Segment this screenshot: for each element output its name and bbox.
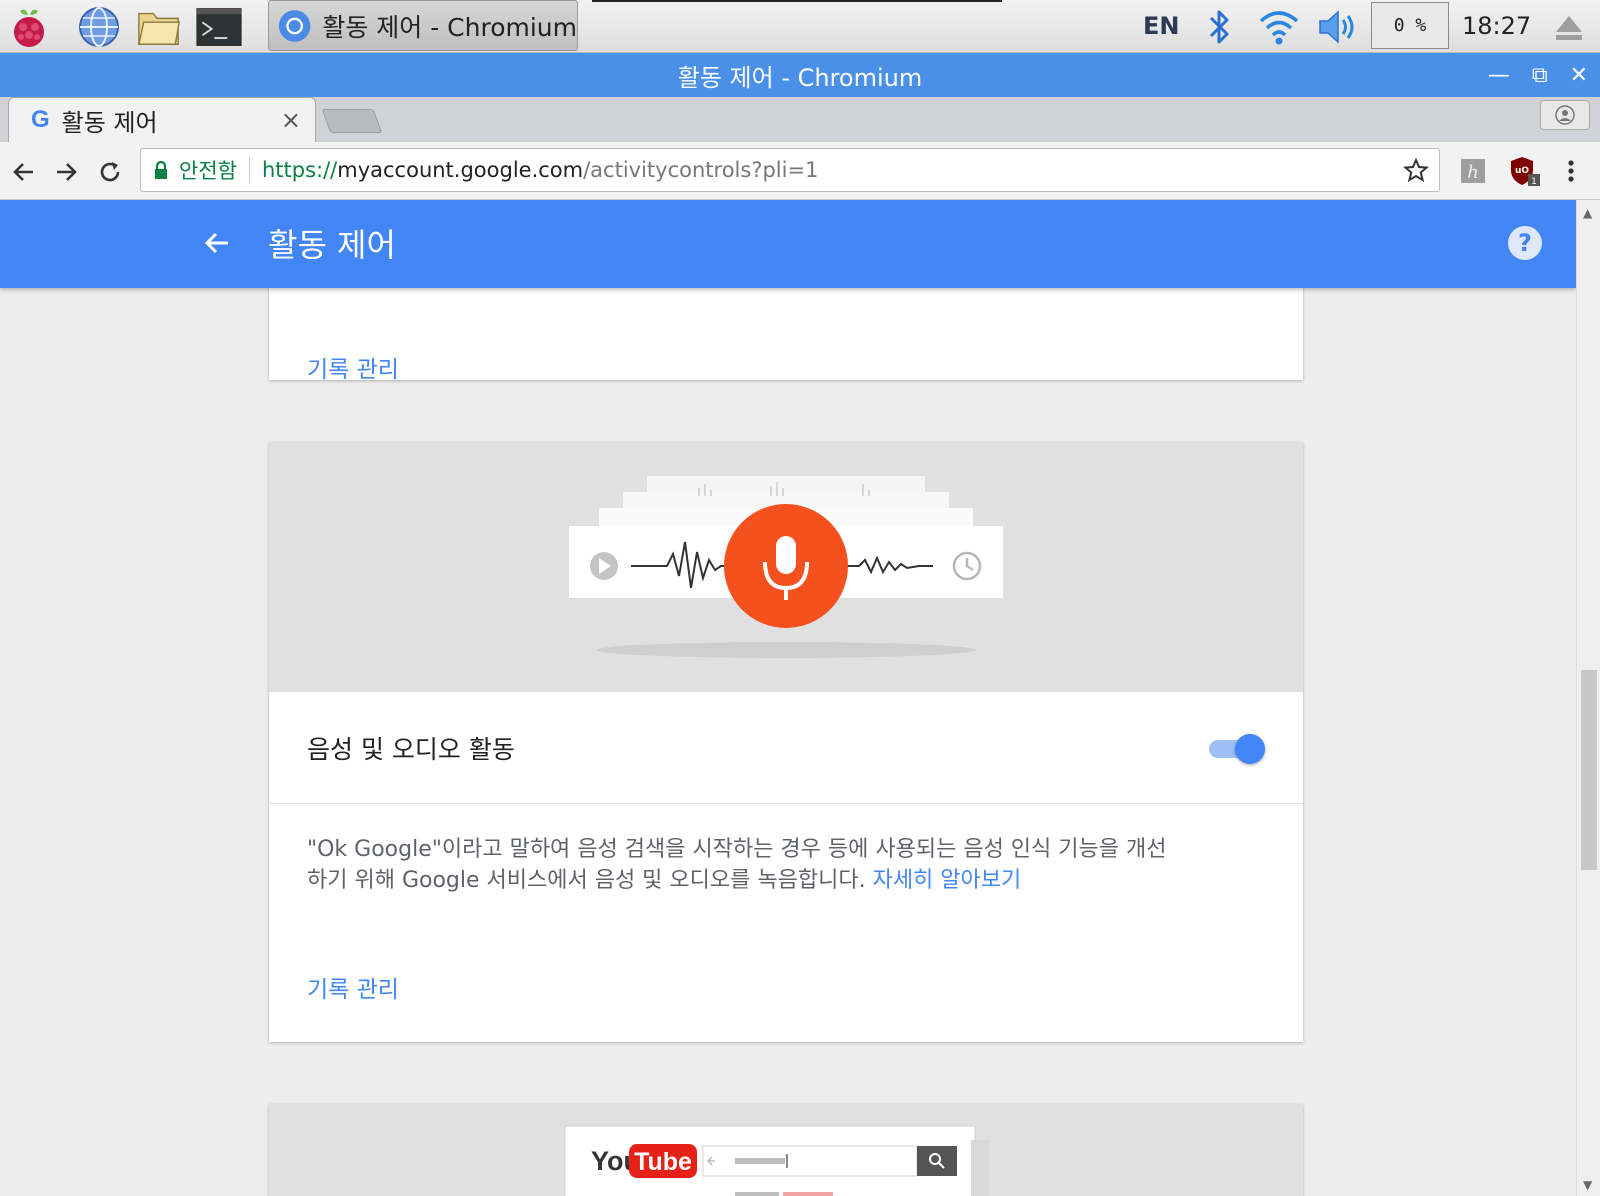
scrollbar-thumb[interactable] — [1581, 670, 1597, 870]
web-browser-icon[interactable] — [76, 4, 122, 50]
google-favicon-icon: G — [31, 106, 50, 133]
voice-illustration — [269, 442, 1303, 692]
scroll-up-icon[interactable]: ▲ — [1583, 206, 1592, 220]
arrow-left-icon — [13, 163, 33, 181]
page-title: 활동 제어 — [268, 226, 396, 264]
url-host: myaccount.google.com — [337, 158, 584, 182]
voice-activity-toggle[interactable] — [1209, 734, 1265, 764]
os-taskbar: 활동 제어 - Chromium EN 0 % 18:27 — [0, 0, 1600, 53]
youtube-history-card: You Tube — [269, 1104, 1303, 1196]
reload-button[interactable] — [90, 152, 130, 192]
tab-title: 활동 제어 — [61, 108, 158, 137]
url-path: /activitycontrols?pli=1 — [583, 158, 819, 182]
scroll-down-icon[interactable]: ▼ — [1583, 1178, 1592, 1192]
taskbar-task-label: 활동 제어 - Chromium — [322, 12, 577, 42]
tab-activity-controls[interactable]: G 활동 제어 × — [8, 97, 316, 142]
profile-icon — [1555, 105, 1575, 125]
extension-h-icon[interactable]: h — [1456, 154, 1490, 188]
page-scrollbar[interactable]: ▲ ▼ — [1576, 200, 1600, 1196]
url-scheme: https:// — [261, 158, 338, 182]
address-bar[interactable]: 안전함 https://myaccount.google.com/activit… — [140, 148, 1440, 192]
profile-button[interactable] — [1540, 100, 1590, 130]
window-title-bar: 활동 제어 - Chromium — [0, 53, 1600, 97]
window-edge-line — [592, 0, 1002, 2]
learn-more-link[interactable]: 자세히 알아보기 — [873, 868, 1022, 893]
voice-setting-row: 음성 및 오디오 활동 — [269, 692, 1303, 804]
setting-name: 음성 및 오디오 활동 — [307, 735, 515, 764]
cpu-usage-monitor[interactable]: 0 % — [1371, 2, 1449, 49]
terminal-icon[interactable] — [196, 4, 242, 50]
secure-label: 안전함 — [179, 159, 237, 183]
close-tab-icon[interactable]: × — [281, 106, 301, 134]
toggle-thumb — [1235, 734, 1265, 764]
app-header: 활동 제어 ? — [0, 200, 1576, 288]
youtube-logo-tube: Tube — [634, 1148, 692, 1176]
forward-button[interactable] — [46, 152, 86, 192]
ublock-origin-icon[interactable]: uO 1 — [1508, 154, 1542, 188]
reload-icon — [100, 162, 120, 182]
svg-text:uO: uO — [1515, 166, 1529, 176]
close-window-icon[interactable]: ✕ — [1570, 63, 1588, 88]
restore-icon[interactable]: ⧉ — [1532, 63, 1548, 88]
arrow-right-icon — [57, 163, 77, 181]
voice-recording-illustration — [569, 476, 1003, 658]
file-manager-icon[interactable] — [136, 4, 182, 50]
bookmark-star-icon[interactable] — [1403, 157, 1429, 183]
manage-history-link[interactable]: 기록 관리 — [307, 970, 399, 1004]
bluetooth-icon[interactable] — [1196, 4, 1242, 50]
new-tab-button[interactable] — [321, 109, 383, 133]
clock[interactable]: 18:27 — [1462, 0, 1531, 51]
keyboard-language-indicator[interactable]: EN — [1143, 0, 1179, 51]
raspberry-menu-icon[interactable] — [6, 4, 52, 50]
page-viewport: 활동 제어 ? 기록 관리 음성 및 오디오 활동 "Ok Google"이라고… — [0, 200, 1576, 1196]
youtube-illustration: You Tube — [269, 1104, 1303, 1196]
taskbar-chromium-task[interactable]: 활동 제어 - Chromium — [268, 0, 578, 51]
manage-history-link[interactable]: 기록 관리 — [307, 350, 399, 384]
voice-audio-activity-card: 음성 및 오디오 활동 "Ok Google"이라고 말하여 음성 검색을 시작… — [269, 442, 1303, 1042]
wifi-icon[interactable] — [1256, 4, 1302, 50]
minimize-icon[interactable]: — — [1488, 63, 1510, 88]
window-title: 활동 제어 - Chromium — [677, 63, 923, 92]
svg-text:h: h — [1467, 162, 1479, 183]
description-text: "Ok Google"이라고 말하여 음성 검색을 시작하는 경우 등에 사용되… — [307, 837, 1167, 893]
setting-description: "Ok Google"이라고 말하여 음성 검색을 시작하는 경우 등에 사용되… — [307, 834, 1167, 896]
back-arrow-icon[interactable] — [200, 226, 234, 260]
ublock-badge: 1 — [1531, 177, 1537, 187]
tab-strip: G 활동 제어 × — [0, 97, 1600, 142]
chromium-icon — [278, 9, 311, 42]
browser-toolbar: 안전함 https://myaccount.google.com/activit… — [0, 142, 1600, 200]
browser-menu-icon[interactable] — [1554, 154, 1588, 188]
eject-icon[interactable] — [1546, 4, 1592, 50]
volume-icon[interactable] — [1316, 4, 1362, 50]
help-icon[interactable]: ? — [1508, 226, 1542, 260]
back-button[interactable] — [4, 152, 44, 192]
omnibox-divider — [248, 157, 250, 183]
window-controls: — ⧉ ✕ — [1488, 53, 1588, 97]
lock-icon — [155, 160, 167, 179]
